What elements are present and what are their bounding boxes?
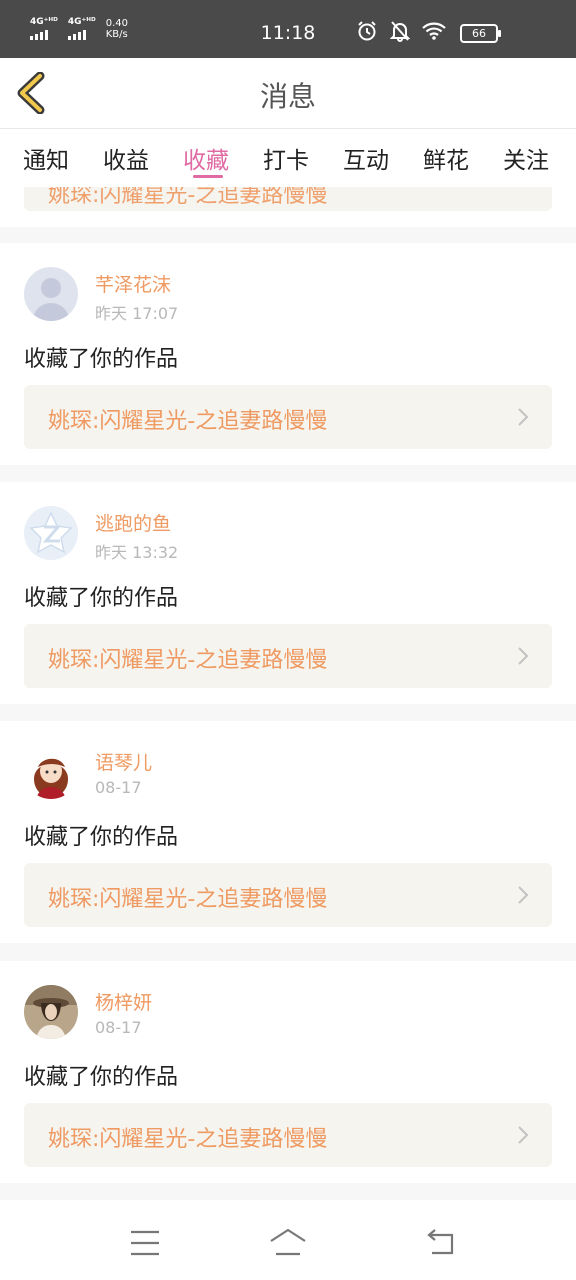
tab-bar: 通知 收益 收藏 打卡 互动 鲜花 关注 [0,129,576,187]
avatar[interactable] [24,506,78,560]
menu-button[interactable] [125,1228,165,1258]
work-link[interactable]: 姚琛:闪耀星光-之追妻路慢慢 [24,863,552,927]
message-time: 昨天 13:32 [95,543,179,562]
bell-off-icon [390,21,410,42]
girl-illustration-avatar-icon [24,745,78,799]
message-text: 收藏了你的作品 [24,347,179,372]
work-title: 姚琛:闪耀星光-之追妻路慢慢 [48,887,328,912]
work-title: 姚琛:闪耀星光-之追妻路慢慢 [48,1127,328,1152]
work-link[interactable]: 姚琛:闪耀星光-之追妻路慢慢 [24,624,552,688]
tab-checkin[interactable]: 打卡 [263,141,309,175]
message-time: 08-17 [95,778,142,797]
message-item: 芊泽花沫 昨天 17:07 收藏了你的作品 姚琛:闪耀星光-之追妻路慢慢 [0,243,576,465]
tab-interaction[interactable]: 互动 [343,141,389,175]
avatar[interactable] [24,745,78,799]
message-text: 收藏了你的作品 [24,1065,179,1090]
message-text: 收藏了你的作品 [24,825,179,850]
system-nav-bar [0,1200,576,1280]
work-link[interactable]: 姚琛:闪耀星光-之追妻路慢慢 [24,1103,552,1167]
active-tab-indicator [193,175,223,178]
message-item: 语琴儿 08-17 收藏了你的作品 姚琛:闪耀星光-之追妻路慢慢 [0,721,576,943]
menu-icon [131,1230,159,1256]
chevron-right-icon [518,1126,529,1144]
message-time: 昨天 17:07 [95,304,179,323]
qzone-avatar-icon [24,506,78,560]
tab-earnings[interactable]: 收益 [103,141,149,175]
user-name[interactable]: 逃跑的鱼 [95,509,171,536]
user-name[interactable]: 语琴儿 [95,748,152,775]
work-title: 姚琛:闪耀星光-之追妻路慢慢 [48,648,328,673]
work-title: 姚琛:闪耀星光-之追妻路慢慢 [48,409,328,434]
message-item: 杨梓妍 08-17 收藏了你的作品 姚琛:闪耀星光-之追妻路慢慢 [0,961,576,1183]
avatar[interactable] [24,985,78,1039]
status-icons [356,20,446,42]
alarm-icon [358,21,376,41]
default-avatar-icon [24,267,78,321]
tab-favorites[interactable]: 收藏 [183,141,229,175]
girl-photo-avatar-icon [24,985,78,1039]
message-item: 逃跑的鱼 昨天 13:32 收藏了你的作品 姚琛:闪耀星光-之追妻路慢慢 [0,482,576,704]
back-nav-button[interactable] [420,1228,460,1258]
home-icon [270,1228,306,1256]
page-title: 消息 [259,80,316,113]
message-text: 收藏了你的作品 [24,586,179,611]
tab-follow[interactable]: 关注 [503,141,549,175]
header: 消息 [0,58,576,129]
work-title: 姚琛:闪耀星光-之追妻路慢慢 [48,187,328,208]
back-icon [427,1229,454,1255]
status-bar: 4G⁺ᴴᴰ 4G⁺ᴴᴰ 0.40 KB/s 11:18 66 [0,0,576,58]
avatar[interactable] [24,267,78,321]
user-name[interactable]: 芊泽花沫 [95,270,171,297]
home-button[interactable] [268,1228,308,1258]
chevron-right-icon [518,647,529,665]
tab-notice[interactable]: 通知 [23,141,69,175]
work-link[interactable]: 姚琛:闪耀星光-之追妻路慢慢 [24,187,552,211]
tab-flowers[interactable]: 鲜花 [423,141,469,175]
partial-message-item: 姚琛:闪耀星光-之追妻路慢慢 [0,187,576,227]
battery-icon: 66 [460,24,501,43]
wifi-icon [422,22,446,40]
user-name[interactable]: 杨梓妍 [95,988,152,1015]
message-time: 08-17 [95,1018,142,1037]
chevron-right-icon [518,886,529,904]
work-link[interactable]: 姚琛:闪耀星光-之追妻路慢慢 [24,385,552,449]
chevron-right-icon [518,408,529,426]
